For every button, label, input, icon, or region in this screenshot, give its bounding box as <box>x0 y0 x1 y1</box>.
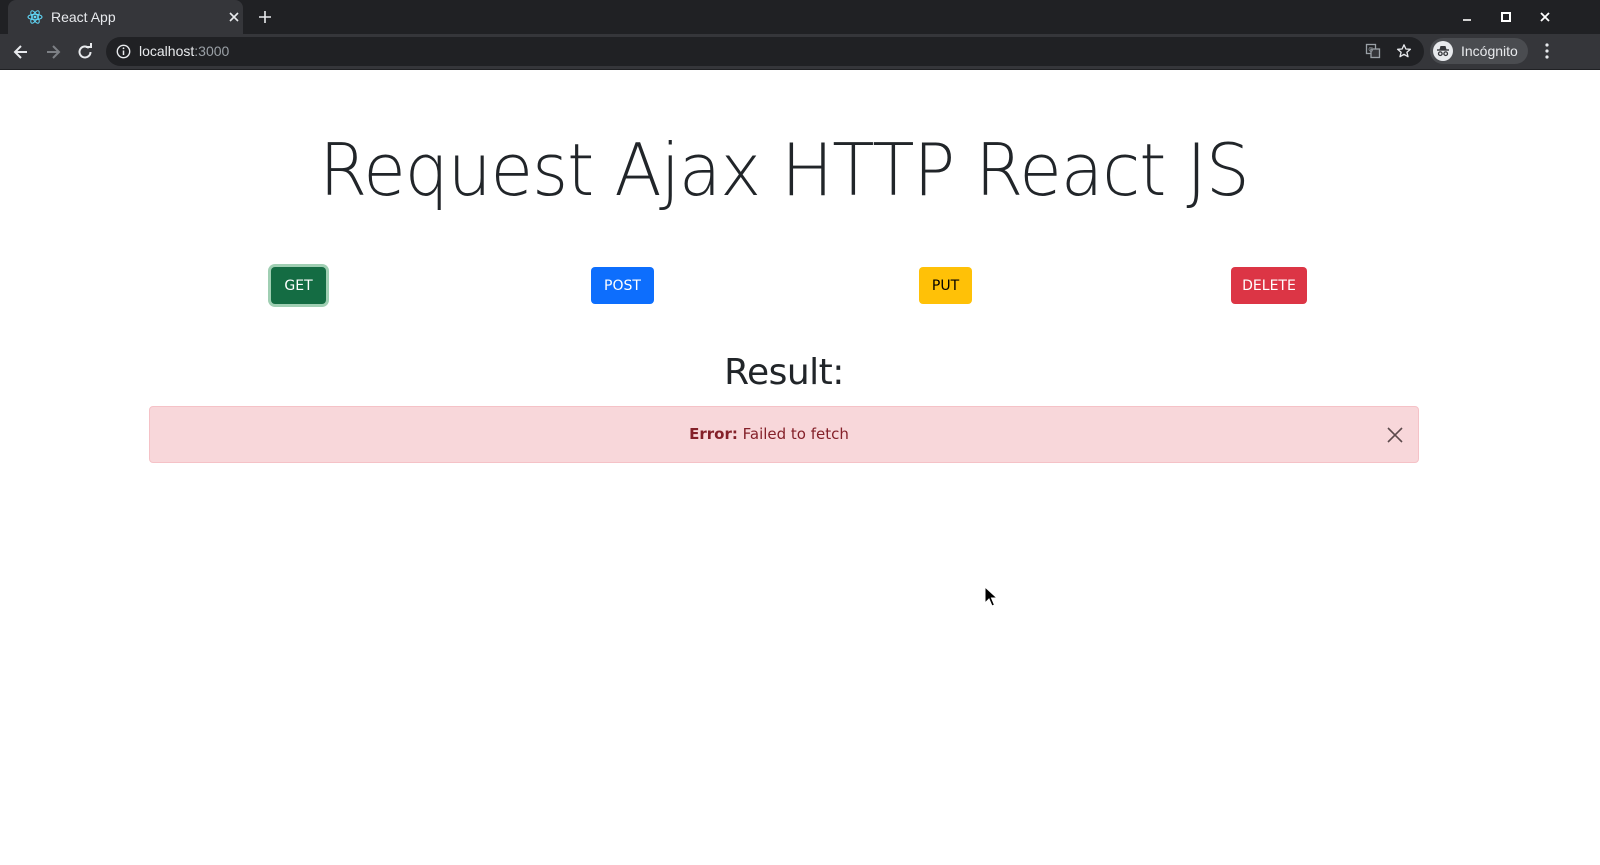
put-button[interactable]: PUT <box>919 267 972 304</box>
star-icon[interactable] <box>1396 43 1412 59</box>
result-heading: Result: <box>724 352 844 393</box>
post-button[interactable]: POST <box>591 267 654 304</box>
mouse-cursor-icon <box>984 586 998 607</box>
forward-arrow-icon[interactable] <box>43 42 63 62</box>
close-icon[interactable] <box>1386 426 1404 444</box>
back-arrow-icon[interactable] <box>11 42 31 62</box>
get-button[interactable]: GET <box>271 267 326 304</box>
browser-tab[interactable]: React App <box>8 0 243 34</box>
info-icon[interactable] <box>116 44 131 59</box>
react-favicon-icon <box>27 10 43 24</box>
address-bar[interactable] <box>106 37 1424 66</box>
alert-text: Error: Failed to fetch <box>150 425 1388 443</box>
incognito-icon <box>1433 41 1453 61</box>
alert-message: Failed to fetch <box>742 425 849 443</box>
translate-icon[interactable]: G <box>1365 43 1381 59</box>
alert-label: Error: <box>689 425 738 443</box>
tab-title: React App <box>51 9 116 25</box>
close-icon[interactable] <box>227 10 241 24</box>
plus-icon[interactable] <box>257 9 273 25</box>
url-text[interactable]: localhost:3000 <box>139 43 229 59</box>
reload-icon[interactable] <box>75 42 95 62</box>
browser-titlebar: React App <box>0 0 1600 34</box>
maximize-icon[interactable] <box>1499 10 1513 24</box>
svg-text:G: G <box>1368 46 1373 54</box>
page-title: Request Ajax HTTP React JS <box>319 128 1249 212</box>
error-alert: Error: Failed to fetch <box>149 406 1419 463</box>
close-window-icon[interactable] <box>1538 10 1552 24</box>
url-host: localhost <box>139 43 195 59</box>
url-port: :3000 <box>194 43 230 59</box>
profile-label: Incógnito <box>1461 43 1518 59</box>
kebab-menu-icon[interactable] <box>1540 42 1554 60</box>
minimize-icon[interactable] <box>1460 10 1474 24</box>
delete-button[interactable]: DELETE <box>1231 267 1307 304</box>
